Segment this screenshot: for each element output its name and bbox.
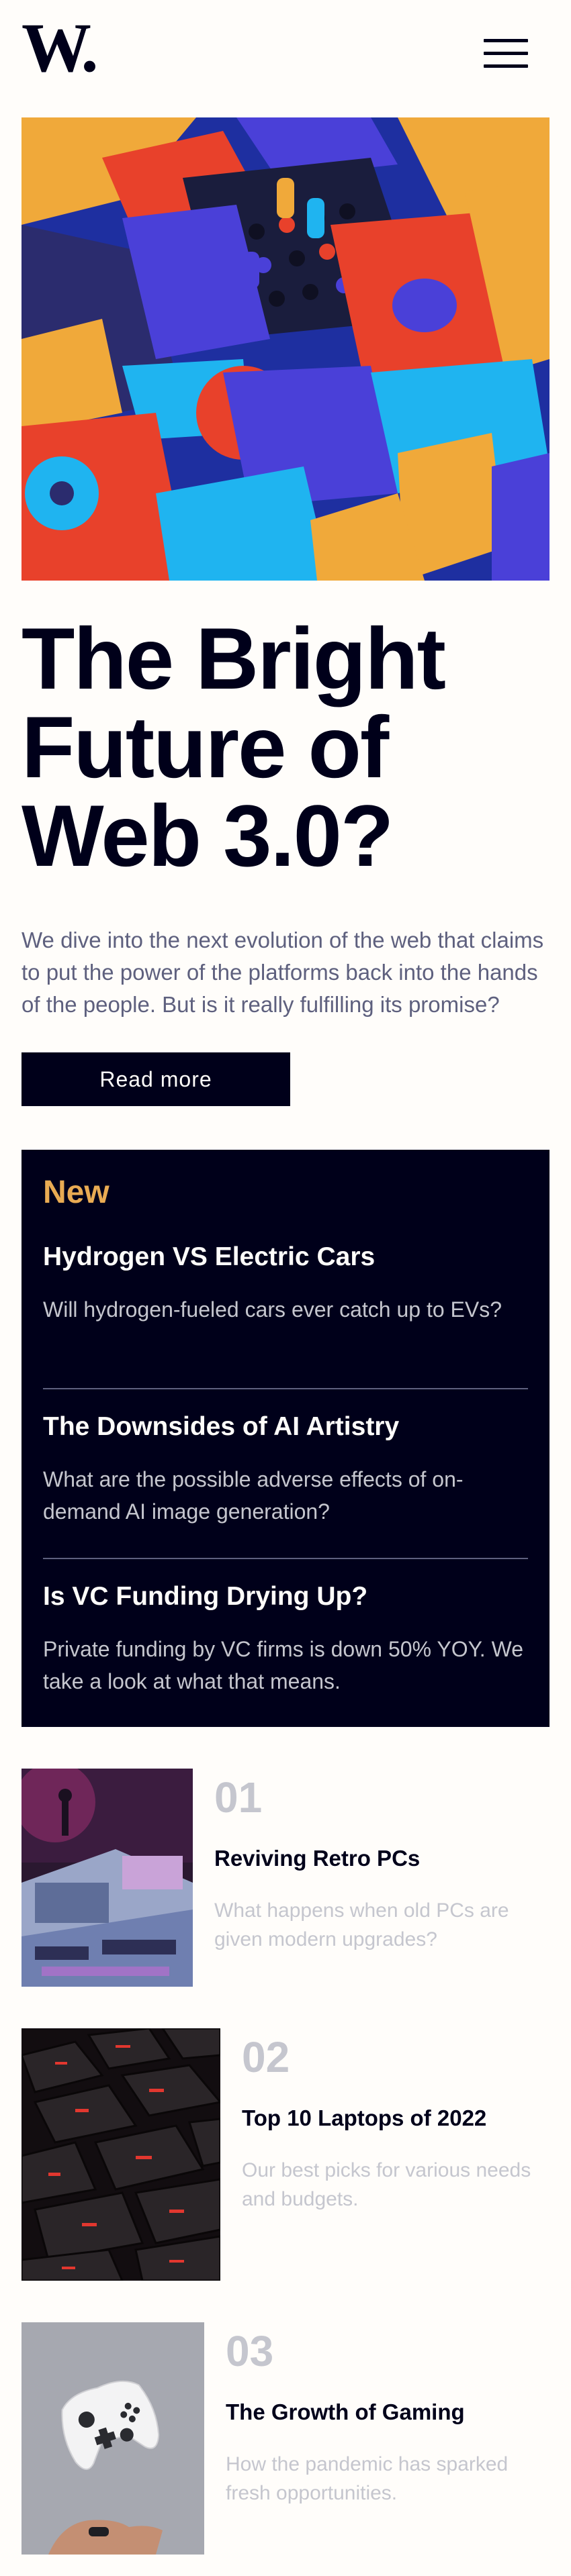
new-item-title[interactable]: Hydrogen VS Electric Cars — [43, 1241, 528, 1273]
new-item-description: What are the possible adverse effects of… — [43, 1467, 464, 1524]
article-thumbnail[interactable] — [21, 2322, 204, 2555]
logo-mark: W. — [21, 9, 99, 87]
new-panel-heading: New — [43, 1175, 109, 1210]
new-item: Is VC Funding Drying Up? Private funding… — [43, 1581, 528, 1697]
hero-image — [21, 117, 550, 581]
logo[interactable]: W. — [21, 9, 110, 87]
hero-title-line-2: Future of — [21, 698, 389, 796]
svg-text:W.: W. — [21, 21, 95, 75]
hero-title: The Bright Future of Web 3.0? — [21, 614, 550, 880]
new-item-title[interactable]: The Downsides of AI Artistry — [43, 1411, 528, 1443]
new-item-title[interactable]: Is VC Funding Drying Up? — [43, 1581, 528, 1613]
article-title[interactable]: Reviving Retro PCs — [214, 1846, 420, 1871]
hero-title-line-3: Web 3.0? — [21, 787, 394, 885]
article-description: Our best picks for various needs and bud… — [242, 2159, 531, 2210]
article-title[interactable]: The Growth of Gaming — [226, 2399, 465, 2425]
site-header: W. — [21, 0, 550, 117]
divider — [43, 1388, 528, 1389]
article-description: What happens when old PCs are given mode… — [214, 1899, 509, 1950]
new-articles-panel: New Hydrogen VS Electric Cars Will hydro… — [21, 1150, 550, 1727]
read-more-button[interactable]: Read more — [21, 1052, 290, 1106]
hero-description: We dive into the next evolution of the w… — [21, 928, 544, 1017]
hero-title-line-1: The Bright — [21, 609, 446, 707]
new-item: The Downsides of AI Artistry What are th… — [43, 1411, 528, 1528]
article-number: 02 — [242, 2033, 290, 2081]
article-list-item: 01 Reviving Retro PCs What happens when … — [21, 1769, 550, 1987]
new-item: Hydrogen VS Electric Cars Will hydrogen-… — [43, 1241, 528, 1326]
article-list-item: 03 The Growth of Gaming How the pandemic… — [21, 2322, 550, 2555]
new-item-description: Will hydrogen-fueled cars ever catch up … — [43, 1297, 502, 1322]
article-description: How the pandemic has sparked fresh oppor… — [226, 2453, 509, 2504]
article-number: 03 — [226, 2327, 274, 2375]
new-item-description: Private funding by VC firms is down 50% … — [43, 1637, 523, 1693]
article-title[interactable]: Top 10 Laptops of 2022 — [242, 2106, 486, 2131]
article-list-item: 02 Top 10 Laptops of 2022 Our best picks… — [21, 2028, 550, 2281]
article-thumbnail[interactable] — [21, 2028, 220, 2281]
hamburger-menu-icon[interactable] — [484, 39, 528, 68]
article-thumbnail[interactable] — [21, 1769, 193, 1987]
divider — [43, 1558, 528, 1559]
article-number: 01 — [214, 1773, 263, 1822]
